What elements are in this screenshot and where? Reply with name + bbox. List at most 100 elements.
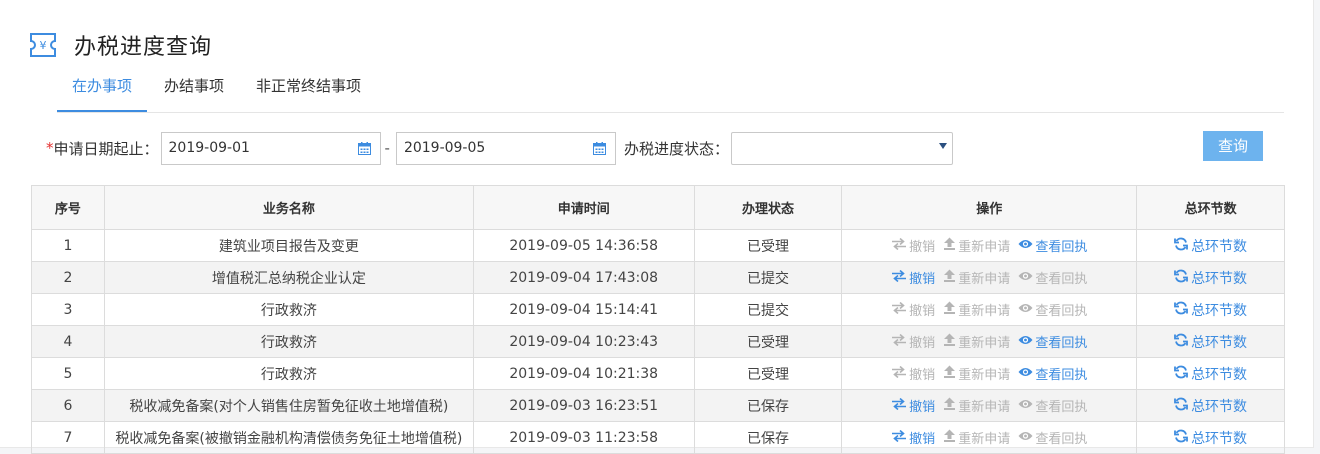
refresh-icon [1174, 301, 1191, 319]
cell-status: 已保存 [693, 389, 843, 422]
table-row: 4 行政救济 2019-09-04 10:23:43 已受理 撤销 重新申请 查… [31, 325, 1285, 358]
swap-arrows-icon [891, 365, 909, 382]
svg-text:¥: ¥ [40, 39, 47, 52]
view-receipt-button[interactable]: 查看回执 [1018, 332, 1087, 351]
cell-no: 2 [31, 261, 105, 294]
cell-ops: 撤销 重新申请 查看回执 [841, 421, 1138, 454]
swap-arrows-icon [891, 429, 909, 446]
reapply-button[interactable]: 重新申请 [943, 268, 1010, 287]
revoke-button[interactable]: 撤销 [891, 396, 935, 415]
eye-icon [1018, 398, 1035, 414]
cell-name: 增值税汇总纳税企业认定 [103, 261, 474, 294]
reapply-button[interactable]: 重新申请 [943, 396, 1010, 415]
eye-icon [1018, 366, 1035, 382]
tab-abnormal-terminated[interactable]: 非正常终结事项 [241, 70, 376, 112]
start-date-input[interactable] [161, 132, 352, 164]
upload-icon [943, 397, 958, 414]
revoke-label: 撤销 [909, 304, 936, 320]
view-receipt-button[interactable]: 查看回执 [1018, 236, 1087, 255]
calendar-icon[interactable] [592, 141, 606, 155]
eye-icon [1018, 270, 1035, 286]
cell-total: 总环节数 [1136, 421, 1285, 454]
reapply-button[interactable]: 重新申请 [943, 428, 1010, 447]
revoke-label: 撤销 [909, 336, 936, 352]
table-row: 3 行政救济 2019-09-04 15:14:41 已提交 撤销 重新申请 查… [31, 293, 1285, 326]
upload-icon [943, 333, 958, 350]
refresh-icon [1174, 237, 1191, 255]
cell-no: 4 [31, 325, 105, 358]
total-steps-label: 总环节数 [1191, 270, 1248, 287]
status-select[interactable] [730, 131, 953, 165]
tab-completed[interactable]: 办结事项 [149, 70, 239, 112]
main-panel: ¥ 办税进度查询 在办事项 办结事项 非正常终结事项 * 申请日期起止： - [0, 0, 1314, 454]
view-receipt-button[interactable]: 查看回执 [1018, 364, 1087, 383]
upload-icon [943, 269, 958, 286]
total-steps-link[interactable]: 总环节数 [1174, 300, 1247, 320]
reapply-label: 重新申请 [958, 399, 1011, 415]
total-steps-link[interactable]: 总环节数 [1174, 396, 1247, 416]
upload-icon [943, 429, 958, 446]
total-steps-link[interactable]: 总环节数 [1174, 428, 1247, 448]
view-receipt-button[interactable]: 查看回执 [1018, 268, 1087, 287]
swap-arrows-icon [891, 301, 909, 318]
revoke-button[interactable]: 撤销 [891, 300, 935, 319]
query-button[interactable]: 查询 [1203, 131, 1263, 161]
cell-ops: 撤销 重新申请 查看回执 [841, 229, 1138, 262]
cell-name: 税收减免备案(对个人销售住房暂免征收土地增值税) [103, 389, 474, 422]
cell-no: 7 [31, 421, 105, 454]
cell-no: 6 [31, 389, 105, 422]
cell-no: 3 [31, 293, 105, 326]
cell-ops: 撤销 重新申请 查看回执 [841, 293, 1138, 326]
cell-total: 总环节数 [1136, 293, 1285, 326]
table-row: 6 税收减免备案(对个人销售住房暂免征收土地增值税) 2019-09-03 16… [31, 389, 1285, 422]
eye-icon [1018, 238, 1035, 254]
col-header-total: 总环节数 [1136, 185, 1285, 230]
date-range-label: 申请日期起止： [53, 139, 159, 158]
total-steps-link[interactable]: 总环节数 [1174, 332, 1247, 352]
upload-icon [943, 237, 958, 254]
eye-icon [1018, 334, 1035, 350]
total-steps-link[interactable]: 总环节数 [1174, 268, 1247, 288]
revoke-button[interactable]: 撤销 [891, 428, 935, 447]
view-receipt-button[interactable]: 查看回执 [1018, 428, 1087, 447]
end-date-input[interactable] [396, 132, 587, 164]
col-header-time: 申请时间 [472, 185, 695, 230]
total-steps-label: 总环节数 [1191, 430, 1248, 447]
calendar-icon[interactable] [357, 141, 371, 155]
revoke-button[interactable]: 撤销 [891, 332, 935, 351]
cell-ops: 撤销 重新申请 查看回执 [841, 389, 1138, 422]
total-steps-label: 总环节数 [1191, 302, 1248, 319]
view-receipt-label: 查看回执 [1035, 432, 1088, 448]
total-steps-link[interactable]: 总环节数 [1174, 364, 1247, 384]
reapply-button[interactable]: 重新申请 [943, 332, 1010, 351]
view-receipt-label: 查看回执 [1035, 304, 1088, 320]
cell-name: 行政救济 [103, 325, 474, 358]
revoke-button[interactable]: 撤销 [891, 364, 935, 383]
reapply-button[interactable]: 重新申请 [943, 364, 1010, 383]
cell-time: 2019-09-04 17:43:08 [472, 261, 695, 294]
reapply-button[interactable]: 重新申请 [943, 236, 1010, 255]
cell-name: 建筑业项目报告及变更 [103, 229, 474, 262]
view-receipt-button[interactable]: 查看回执 [1018, 396, 1087, 415]
cell-total: 总环节数 [1136, 325, 1285, 358]
view-receipt-label: 查看回执 [1035, 336, 1088, 352]
chevron-down-icon[interactable] [938, 142, 947, 149]
revoke-label: 撤销 [909, 432, 936, 448]
start-date-field[interactable] [160, 131, 381, 165]
revoke-button[interactable]: 撤销 [891, 268, 935, 287]
total-steps-link[interactable]: 总环节数 [1174, 236, 1247, 256]
revoke-button[interactable]: 撤销 [891, 236, 935, 255]
cell-no: 1 [31, 229, 105, 262]
tab-in-progress[interactable]: 在办事项 [57, 70, 148, 112]
cell-ops: 撤销 重新申请 查看回执 [841, 261, 1138, 294]
col-header-status: 办理状态 [693, 185, 843, 230]
reapply-button[interactable]: 重新申请 [943, 300, 1010, 319]
cell-ops: 撤销 重新申请 查看回执 [841, 357, 1138, 390]
end-date-field[interactable] [395, 131, 616, 165]
tax-receipt-icon: ¥ [28, 30, 58, 60]
reapply-label: 重新申请 [958, 271, 1011, 287]
view-receipt-label: 查看回执 [1035, 400, 1088, 416]
refresh-icon [1174, 365, 1191, 383]
view-receipt-button[interactable]: 查看回执 [1018, 300, 1087, 319]
view-receipt-label: 查看回执 [1035, 368, 1088, 384]
